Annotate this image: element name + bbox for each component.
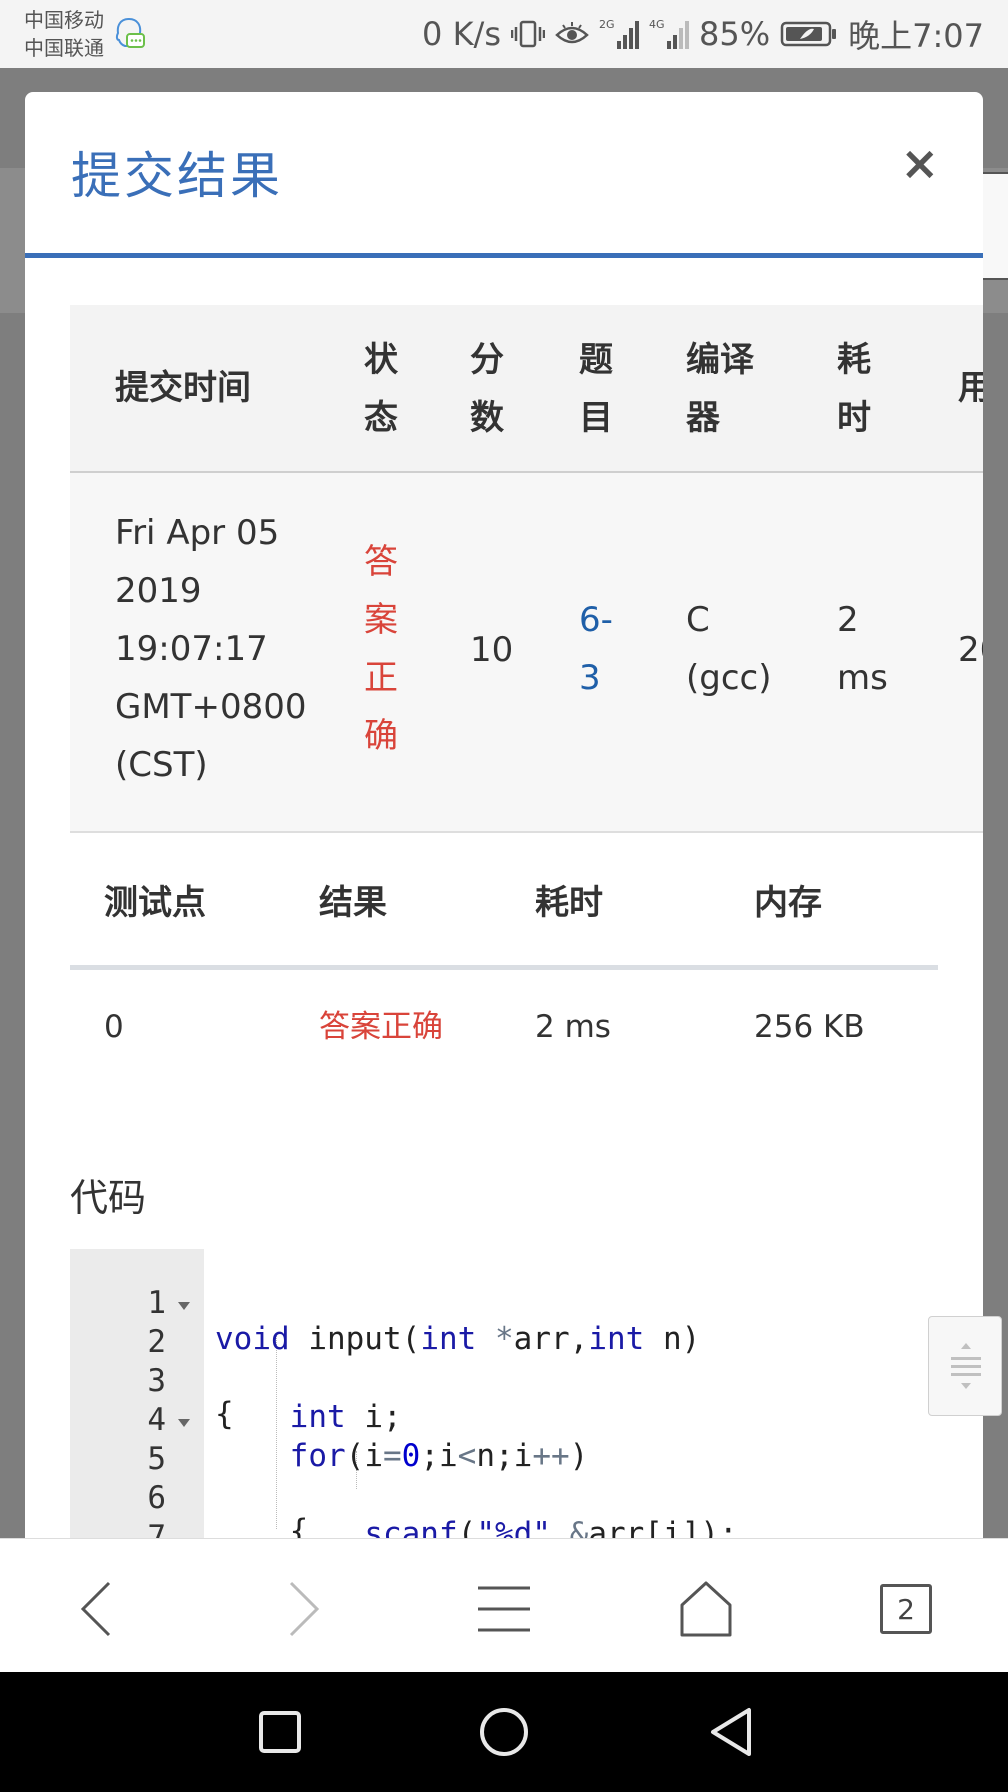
test-table-header: 测试点 结果 耗时 内存: [70, 834, 938, 970]
table-row: 0 答案正确 2 ms 256 KB: [70, 970, 938, 1090]
cell-problem-link[interactable]: 6- 3: [579, 591, 613, 707]
code-line: 3 int i;: [147, 1363, 402, 1435]
fold-arrow-icon[interactable]: [178, 1302, 190, 1310]
system-nav-bar: [0, 1672, 1008, 1792]
header-test-time: 耗时: [535, 883, 603, 923]
header-result: 结果: [319, 883, 387, 923]
cell-score: 10: [470, 630, 514, 670]
code-line: 7 }: [147, 1519, 166, 1542]
modal-header: 提交结果 ×: [25, 92, 983, 258]
header-compiler: 编译 器: [686, 340, 754, 438]
cell-submit-time: Fri Apr 05 2019 19:07:17 GMT+0800 (CST): [115, 513, 307, 785]
clock: 晚上7:07: [848, 17, 984, 55]
cell-test-result: 答案正确: [319, 1009, 443, 1045]
code-line: 5 {: [70, 1405, 983, 1542]
back-button[interactable]: [58, 1569, 138, 1649]
home-nav-button[interactable]: [474, 1702, 534, 1762]
header-test-point: 测试点: [104, 883, 206, 923]
drag-handle-icon: [951, 1343, 981, 1389]
back-nav-button[interactable]: [700, 1702, 760, 1762]
code-editor[interactable]: 1 void input(int *arr,int n) 2 { 3 int i…: [70, 1249, 983, 1542]
chevron-right-icon: [289, 1581, 320, 1637]
header-time: 耗 时: [837, 340, 871, 438]
cell-test-memory: 256 KB: [754, 1009, 865, 1045]
cell-test-time: 2 ms: [535, 1009, 611, 1045]
carrier-1: 中国移动: [24, 8, 104, 32]
modal-title: 提交结果: [71, 147, 283, 205]
test-point-table: 测试点 结果 耗时 内存 0 答案正确 2 ms 256 KB: [70, 834, 938, 1090]
header-user: 用户: [958, 368, 983, 408]
header-status: 状 态: [364, 340, 398, 438]
header-problem: 题 目: [579, 340, 613, 438]
tabs-button[interactable]: 2: [866, 1569, 946, 1649]
menu-icon: [478, 1586, 530, 1632]
tab-count: 2: [880, 1584, 932, 1634]
triangle-back-icon: [711, 1708, 751, 1756]
cell-status: 答 案 正 确: [364, 542, 398, 756]
browser-toolbar: 2: [0, 1538, 1008, 1672]
menu-button[interactable]: [464, 1569, 544, 1649]
forward-button[interactable]: [262, 1569, 342, 1649]
svg-text:4G: 4G: [649, 18, 665, 31]
square-icon: [259, 1711, 301, 1753]
eye-comfort-icon: [555, 22, 589, 44]
code-line: 1 void input(int *arr,int n): [147, 1285, 701, 1357]
chevron-left-icon: [80, 1581, 111, 1637]
cell-compiler: C (gcc): [686, 600, 772, 698]
battery-percent: 85%: [699, 15, 771, 53]
battery-icon: [780, 21, 837, 47]
code-line: 4 for(i=0;i<n;i++): [147, 1402, 589, 1474]
code-line: 6 scanf("%d",&arr[i]);: [147, 1480, 738, 1542]
header-score: 分 数: [470, 340, 504, 438]
submission-result-modal: 提交结果 × 提交时间 状 态 分 数 题 目 编译 器 耗 时 用 Fri A…: [25, 92, 983, 1542]
scroll-handle[interactable]: [928, 1316, 1002, 1416]
code-section-title: 代码: [70, 1176, 147, 1220]
submission-table-header: 提交时间 状 态 分 数 题 目 编译 器 耗 时 用户: [70, 305, 983, 473]
cell-time: 2 ms: [837, 600, 888, 698]
cell-test-point: 0: [104, 1009, 124, 1045]
fold-arrow-icon[interactable]: [178, 1419, 190, 1427]
svg-text:2G: 2G: [599, 18, 615, 31]
close-button[interactable]: ×: [900, 140, 939, 186]
circle-icon: [480, 1708, 528, 1756]
signal-2g-icon: 2G: [599, 18, 639, 49]
vibrate-icon: [511, 20, 545, 48]
home-button[interactable]: [666, 1569, 746, 1649]
header-memory: 内存: [754, 883, 822, 923]
qq-bubble-icon: [115, 17, 145, 48]
status-bar: 中国移动 中国联通 0 K/s 2G 4G 85% 晚上7:07: [0, 0, 1008, 68]
header-submit-time: 提交时间: [115, 368, 251, 408]
code-line: 2 {: [70, 1288, 983, 1432]
carrier-info: 中国移动 中国联通: [24, 6, 146, 62]
cell-user: 201: [958, 630, 983, 670]
home-icon: [680, 1581, 732, 1637]
network-speed: 0 K/s: [422, 15, 501, 53]
submission-table: 提交时间 状 态 分 数 题 目 编译 器 耗 时 用户: [70, 305, 983, 833]
table-row: Fri Apr 05 2019 19:07:17 GMT+0800 (CST) …: [70, 473, 983, 833]
signal-4g-icon: 4G: [649, 18, 689, 49]
recent-apps-button[interactable]: [250, 1702, 310, 1762]
carrier-2: 中国联通: [24, 36, 104, 60]
